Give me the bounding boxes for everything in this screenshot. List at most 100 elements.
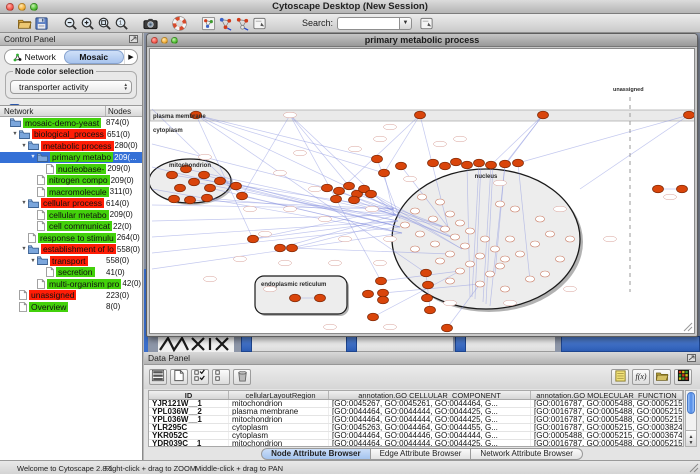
tree-row[interactable]: cell communicat22(0): [0, 221, 142, 233]
column-header[interactable]: ID: [149, 391, 229, 399]
network-node-selected[interactable]: [376, 277, 387, 285]
tree-row[interactable]: cellular metabo209(0): [0, 209, 142, 221]
destroy-network-view-button[interactable]: [234, 15, 251, 32]
network-node-selected[interactable]: [290, 294, 301, 302]
network-node-unselected[interactable]: [511, 206, 520, 212]
search-config-button[interactable]: [418, 15, 435, 32]
network-node-selected[interactable]: [215, 177, 226, 185]
background-window-sliver[interactable]: [158, 336, 234, 352]
background-window-titlebar[interactable]: [561, 336, 700, 352]
tab-node-attribute-browser[interactable]: Node Attribute Browser: [261, 448, 371, 460]
create-network-view-button[interactable]: [217, 15, 234, 32]
network-node-selected[interactable]: [205, 184, 216, 192]
annotation-button[interactable]: [251, 15, 268, 32]
network-node-unselected[interactable]: [466, 261, 475, 267]
network-edge[interactable]: [196, 115, 384, 173]
network-node-selected[interactable]: [421, 269, 432, 277]
tab-edge-attribute-browser[interactable]: Edge Attribute Browser: [371, 448, 472, 460]
network-node-unselected[interactable]: [461, 243, 470, 249]
network-node-selected[interactable]: [372, 155, 383, 163]
network-node-unselected[interactable]: [506, 236, 515, 242]
open-file-button[interactable]: [16, 15, 33, 32]
network-node-selected[interactable]: [248, 235, 259, 243]
network-node-selected[interactable]: [442, 324, 453, 332]
network-node-selected[interactable]: [199, 171, 210, 179]
network-edge[interactable]: [580, 115, 689, 189]
heatmap-button[interactable]: [674, 369, 692, 385]
network-node-selected[interactable]: [189, 178, 200, 186]
network-node-selected[interactable]: [185, 196, 196, 204]
take-snapshot-button[interactable]: [142, 15, 159, 32]
table-row[interactable]: YPL036W__2plasma membrane[GO:0044464, GO…: [149, 408, 683, 416]
network-node-selected[interactable]: [363, 290, 374, 298]
network-edge[interactable]: [152, 215, 396, 221]
network-node-unselected[interactable]: [446, 251, 455, 257]
delete-attribute-button[interactable]: [233, 369, 251, 385]
scroll-down-icon[interactable]: ▼: [689, 440, 694, 446]
tree-row[interactable]: macromolecule311(0): [0, 186, 142, 198]
network-edge[interactable]: [152, 189, 402, 233]
network-canvas[interactable]: plasma membranecytoplasmmitochondrionnuc…: [149, 48, 695, 334]
network-node-unselected[interactable]: [541, 271, 550, 277]
network-node-selected[interactable]: [169, 195, 180, 203]
network-node-selected[interactable]: [396, 162, 407, 170]
network-node-unselected[interactable]: [411, 208, 420, 214]
network-node-selected[interactable]: [486, 161, 497, 169]
network-edge[interactable]: [292, 221, 398, 248]
network-node-unselected[interactable]: [429, 216, 438, 222]
network-node-selected[interactable]: [202, 194, 213, 202]
network-node-selected[interactable]: [349, 196, 360, 204]
network-node-selected[interactable]: [167, 171, 178, 179]
tree-column-network[interactable]: Network: [0, 106, 106, 116]
network-node-selected[interactable]: [677, 185, 688, 193]
tree-row[interactable]: secretion41(0): [0, 267, 142, 279]
network-node-unselected[interactable]: [456, 220, 465, 226]
network-node-selected[interactable]: [425, 306, 436, 314]
network-node-unselected[interactable]: [501, 286, 510, 292]
network-edge[interactable]: [506, 115, 543, 164]
network-node-unselected[interactable]: [436, 258, 445, 264]
network-node-unselected[interactable]: [491, 246, 500, 252]
network-edge[interactable]: [491, 115, 543, 165]
network-node-unselected[interactable]: [436, 199, 445, 205]
tab-mosaic[interactable]: Mosaic: [64, 50, 125, 64]
scrollbar-thumb[interactable]: [687, 392, 695, 414]
network-node-selected[interactable]: [334, 187, 345, 195]
network-node-selected[interactable]: [653, 185, 664, 193]
network-node-unselected[interactable]: [441, 226, 450, 232]
column-header[interactable]: _cellularLayoutRegion: [229, 391, 329, 399]
network-node-unselected[interactable]: [496, 201, 505, 207]
network-node-unselected[interactable]: [516, 251, 525, 257]
network-node-selected[interactable]: [423, 281, 434, 289]
import-attributes-button[interactable]: [653, 369, 671, 385]
network-node-unselected[interactable]: [501, 256, 510, 262]
table-row[interactable]: YLR295Ccytoplasm[GO:0045263, GO:0044464,…: [149, 424, 683, 432]
network-node-unselected[interactable]: [401, 222, 410, 228]
network-edge[interactable]: [518, 115, 689, 163]
tree-row[interactable]: Overview8(0): [0, 301, 142, 313]
show-network-view-button[interactable]: [200, 15, 217, 32]
formula-builder-button[interactable]: f(x): [632, 369, 650, 385]
expand-arrow-icon[interactable]: ▼: [20, 246, 28, 252]
network-node-selected[interactable]: [500, 160, 511, 168]
create-attribute-button[interactable]: [170, 369, 188, 385]
network-node-selected[interactable]: [237, 192, 248, 200]
network-node-selected[interactable]: [379, 169, 390, 177]
select-attributes-button[interactable]: [149, 369, 167, 385]
network-node-selected[interactable]: [378, 296, 389, 304]
network-node-unselected[interactable]: [566, 236, 575, 242]
column-header[interactable]: annotation.GO CELLULAR_COMPONENT: [329, 391, 531, 399]
network-node-selected[interactable]: [331, 195, 342, 203]
network-node-selected[interactable]: [231, 182, 242, 190]
expand-arrow-icon[interactable]: ▼: [20, 143, 28, 149]
network-node-selected[interactable]: [175, 184, 186, 192]
tree-row[interactable]: multi-organism pro42(0): [0, 278, 142, 290]
network-edge[interactable]: [220, 181, 398, 221]
zoom-in-button[interactable]: [79, 15, 96, 32]
node-color-select[interactable]: transporter activity ▲▼: [10, 80, 132, 94]
network-node-unselected[interactable]: [476, 281, 485, 287]
network-node-unselected[interactable]: [431, 241, 440, 247]
float-panel-icon[interactable]: [129, 35, 138, 43]
tree-row[interactable]: ▼establishment of lo558(0): [0, 244, 142, 256]
tree-row[interactable]: ▼cellular process614(0): [0, 198, 142, 210]
